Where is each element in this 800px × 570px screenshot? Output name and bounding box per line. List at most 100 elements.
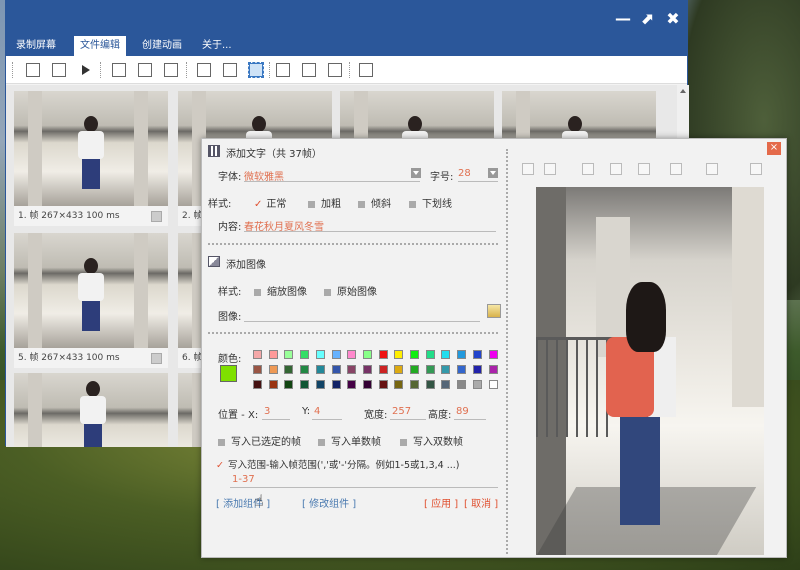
color-swatch[interactable] [378, 380, 388, 389]
color-swatch[interactable] [457, 350, 467, 359]
save-icon[interactable] [52, 63, 66, 77]
color-swatch[interactable] [253, 365, 262, 374]
color-swatch[interactable] [488, 380, 498, 389]
close-button[interactable]: ✖ [663, 9, 683, 28]
menu-about[interactable]: 关于... [196, 36, 238, 56]
color-swatch[interactable] [425, 380, 435, 389]
minimize-button[interactable]: — [613, 9, 633, 28]
apply-button[interactable]: [ 应用 ] [424, 495, 458, 510]
style-italic-option[interactable]: 倾斜 [358, 195, 391, 210]
color-swatch[interactable] [284, 380, 294, 389]
width-input[interactable]: 257 [392, 406, 411, 417]
play-icon[interactable] [82, 65, 90, 75]
color-swatch[interactable] [394, 380, 404, 389]
preview-align-icon[interactable] [638, 163, 650, 175]
preview-chart-icon[interactable] [706, 163, 718, 175]
color-swatch[interactable] [410, 380, 419, 389]
image-scaled-option[interactable]: 缩放图像 [254, 283, 307, 298]
range-input[interactable]: 1-37 [232, 474, 255, 485]
preview-image-icon[interactable] [670, 163, 682, 175]
frame-checkbox[interactable] [151, 211, 162, 222]
color-swatch[interactable] [315, 350, 325, 359]
font-dropdown-icon[interactable] [411, 168, 421, 178]
color-swatch[interactable] [472, 380, 482, 389]
preview-crop-icon[interactable] [582, 163, 594, 175]
crop-icon[interactable] [197, 63, 211, 77]
color-swatch[interactable] [331, 350, 341, 359]
menu-create-animation[interactable]: 创建动画 [136, 36, 188, 56]
frame-checkbox[interactable] [151, 353, 162, 364]
open-icon[interactable] [26, 63, 40, 77]
preview-more-icon[interactable] [750, 163, 762, 175]
frame-card[interactable] [14, 373, 168, 447]
color-swatch[interactable] [425, 365, 435, 374]
menu-file-edit[interactable]: 文件编辑 [74, 36, 126, 56]
color-swatch[interactable] [441, 350, 451, 359]
style-bold-option[interactable]: 加粗 [308, 195, 341, 210]
paste-icon[interactable] [138, 63, 152, 77]
cancel-button[interactable]: [ 取消 ] [464, 495, 498, 510]
write-selected-option[interactable]: 写入已选定的帧 [218, 433, 301, 448]
color-swatch[interactable] [347, 365, 357, 374]
color-swatch[interactable] [300, 380, 310, 389]
select-region-icon[interactable] [248, 62, 264, 78]
write-odd-option[interactable]: 写入单数帧 [318, 433, 381, 448]
write-even-option[interactable]: 写入双数帧 [400, 433, 463, 448]
align-icon[interactable] [302, 63, 316, 77]
color-swatch[interactable] [300, 350, 310, 359]
color-swatch[interactable] [300, 365, 310, 374]
write-range-option[interactable]: ✓ 写入范围-输入帧范围(','或'-'分隔。例如1-5或1,3,4 ...) [216, 457, 459, 471]
color-swatch[interactable] [457, 365, 467, 374]
color-swatch[interactable] [488, 365, 498, 374]
copy-icon[interactable] [112, 63, 126, 77]
color-swatch[interactable] [331, 380, 341, 389]
preview-rotate-icon[interactable] [610, 163, 622, 175]
color-swatch[interactable] [410, 350, 419, 359]
size-dropdown-icon[interactable] [488, 168, 498, 178]
color-swatch[interactable] [378, 365, 388, 374]
style-normal-option[interactable]: ✓ 正常 [254, 195, 286, 210]
text-icon[interactable] [276, 63, 290, 77]
color-swatch[interactable] [284, 350, 294, 359]
window-icon[interactable] [359, 63, 373, 77]
maximize-button[interactable]: ⬈ [637, 9, 657, 28]
color-swatch[interactable] [347, 350, 357, 359]
color-swatch[interactable] [394, 350, 404, 359]
scroll-up-icon[interactable] [680, 89, 686, 93]
duplicate-icon[interactable] [164, 63, 178, 77]
color-swatch[interactable] [268, 380, 278, 389]
frame-card[interactable]: 5. 帧 267×433 100 ms [14, 233, 168, 368]
color-swatch[interactable] [362, 365, 372, 374]
resize-icon[interactable] [223, 63, 237, 77]
menu-record-screen[interactable]: 录制屏幕 [10, 36, 62, 56]
size-select[interactable]: 28 [458, 168, 471, 179]
x-input[interactable]: 3 [264, 406, 270, 417]
color-swatch[interactable] [394, 365, 404, 374]
color-swatch[interactable] [410, 365, 419, 374]
style-underline-option[interactable]: 下划线 [409, 195, 452, 210]
color-swatch[interactable] [472, 350, 482, 359]
height-input[interactable]: 89 [456, 406, 469, 417]
color-swatch[interactable] [472, 365, 482, 374]
color-swatch[interactable] [253, 380, 262, 389]
color-swatch[interactable] [284, 365, 294, 374]
color-swatch[interactable] [362, 350, 372, 359]
color-swatch[interactable] [441, 365, 451, 374]
image-path-input[interactable] [244, 321, 480, 322]
layers-icon[interactable] [328, 63, 342, 77]
color-swatch[interactable] [268, 365, 278, 374]
color-swatch[interactable] [347, 380, 357, 389]
frame-card[interactable]: 1. 帧 267×433 100 ms [14, 91, 168, 226]
color-swatch[interactable] [457, 380, 467, 389]
color-swatch[interactable] [331, 365, 341, 374]
image-original-option[interactable]: 原始图像 [324, 283, 377, 298]
preview-copy-icon[interactable] [522, 163, 534, 175]
color-swatch[interactable] [362, 380, 372, 389]
color-swatch[interactable] [268, 350, 278, 359]
color-swatch[interactable] [253, 350, 262, 359]
color-swatch[interactable] [425, 350, 435, 359]
color-swatch[interactable] [315, 380, 325, 389]
color-swatch[interactable] [315, 365, 325, 374]
color-swatch[interactable] [488, 350, 498, 359]
browse-image-icon[interactable] [487, 304, 501, 318]
